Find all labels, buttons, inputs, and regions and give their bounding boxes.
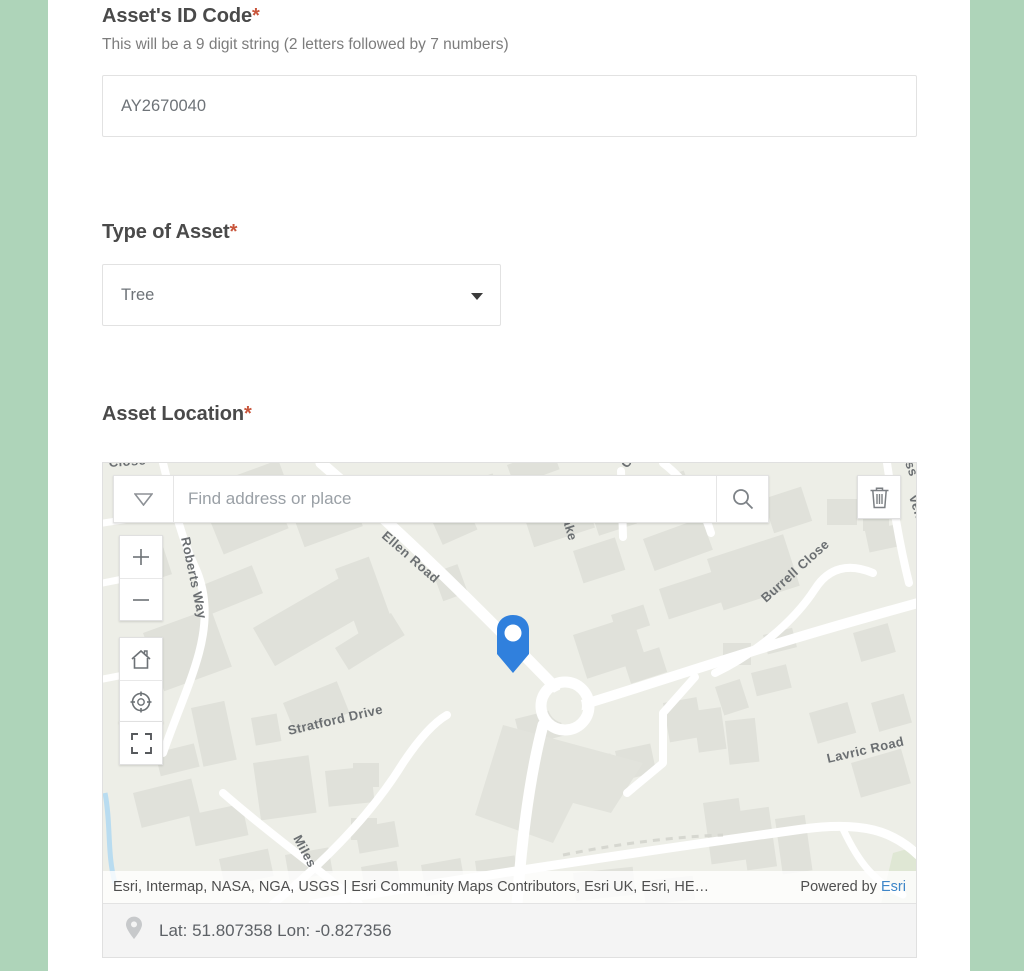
- asset-type-selected-value: Tree: [121, 286, 155, 304]
- fullscreen-icon[interactable]: [120, 722, 162, 764]
- map-coordinate-text: Lat: 51.807358 Lon: -0.827356: [159, 920, 392, 940]
- zoom-in-button[interactable]: [120, 536, 162, 578]
- chevron-down-icon[interactable]: [114, 476, 174, 522]
- map-delete-control[interactable]: [857, 475, 901, 519]
- asset-type-required-star: *: [229, 221, 238, 243]
- asset-type-select[interactable]: Tree: [102, 264, 501, 326]
- asset-type-label-text: Type of Asset: [102, 221, 230, 243]
- map-canvas[interactable]: Ellen Road Drake Roberts Way Stratford D…: [103, 463, 916, 904]
- map-fullscreen-control[interactable]: [119, 721, 163, 765]
- field-asset-location: Asset Location* Ellen Road Roberts Way S…: [102, 403, 917, 958]
- map-search-bar[interactable]: [113, 475, 769, 523]
- home-icon[interactable]: [120, 638, 162, 680]
- trash-icon[interactable]: [858, 476, 900, 518]
- map-attribution-bar: Esri, Intermap, NASA, NGA, USGS | Esri C…: [103, 871, 916, 903]
- map-nav-controls[interactable]: [119, 637, 163, 723]
- asset-id-label: Asset's ID Code*: [102, 5, 917, 28]
- map-powered-by: Powered by Esri: [800, 879, 906, 895]
- chevron-down-icon: [471, 293, 483, 300]
- content-panel: Asset's ID Code* This will be a 9 digit …: [48, 0, 970, 971]
- location-pin-icon: [125, 916, 143, 945]
- asset-id-required-star: *: [251, 5, 260, 27]
- map-zoom-controls[interactable]: [119, 535, 163, 621]
- asset-id-hint: This will be a 9 digit string (2 letters…: [102, 36, 509, 53]
- field-asset-type: Type of Asset* Tree: [102, 221, 501, 326]
- map-search-input[interactable]: [174, 476, 716, 522]
- powered-by-prefix: Powered by: [800, 879, 877, 895]
- field-asset-id: Asset's ID Code* This will be a 9 digit …: [102, 5, 917, 137]
- esri-link[interactable]: Esri: [881, 879, 906, 895]
- map-coordinate-bar: Lat: 51.807358 Lon: -0.827356: [103, 903, 916, 957]
- asset-location-label: Asset Location*: [102, 403, 917, 426]
- asset-location-required-star: *: [243, 403, 252, 425]
- locate-crosshair-icon[interactable]: [120, 680, 162, 722]
- asset-id-label-text: Asset's ID Code: [102, 5, 252, 27]
- location-map-widget[interactable]: Ellen Road Drake Roberts Way Stratford D…: [102, 462, 917, 958]
- zoom-out-button[interactable]: [120, 578, 162, 620]
- search-icon[interactable]: [716, 476, 768, 522]
- asset-location-label-text: Asset Location: [102, 403, 244, 425]
- asset-type-label: Type of Asset*: [102, 221, 501, 244]
- map-basemap: Ellen Road Drake Roberts Way Stratford D…: [103, 463, 916, 904]
- asset-id-input[interactable]: [102, 75, 917, 137]
- map-attribution-text: Esri, Intermap, NASA, NGA, USGS | Esri C…: [113, 879, 709, 895]
- map-pin-marker[interactable]: [495, 614, 531, 679]
